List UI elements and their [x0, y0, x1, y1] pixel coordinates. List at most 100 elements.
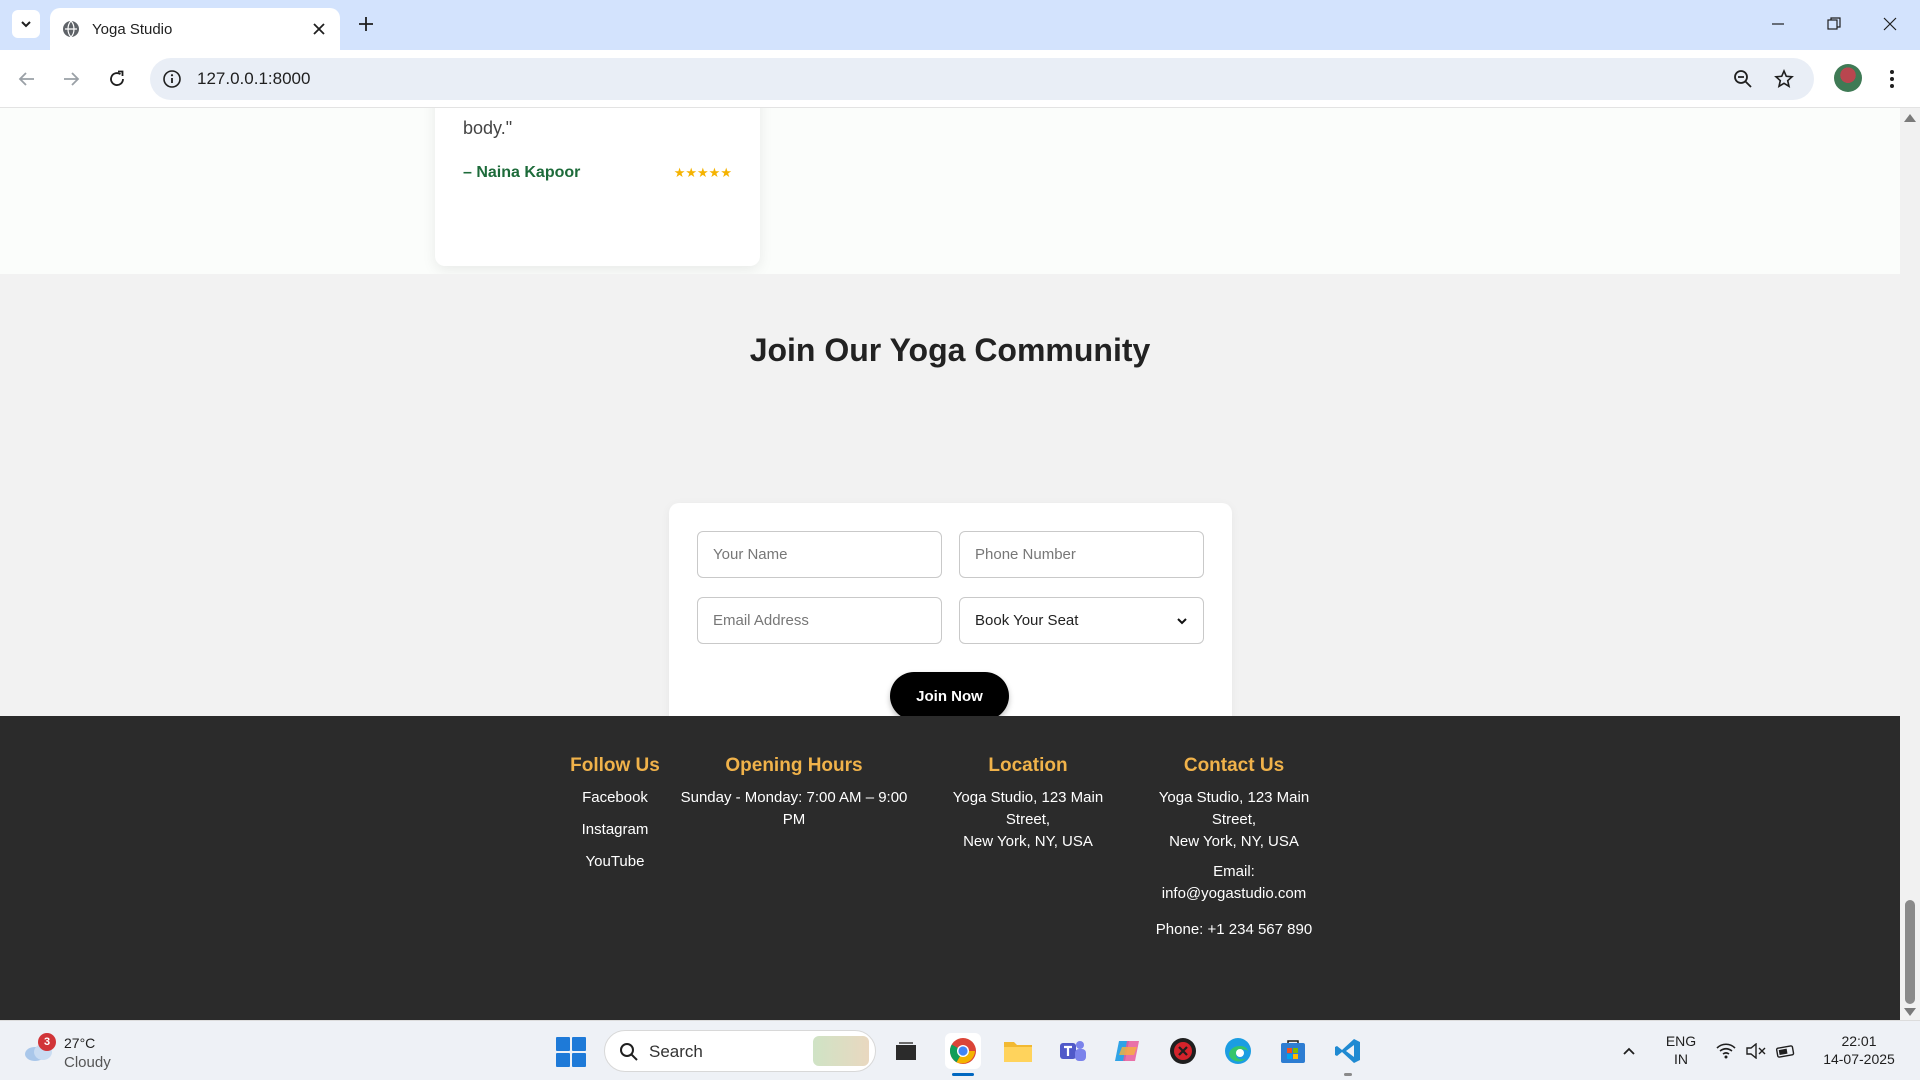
forward-button[interactable]: [56, 64, 86, 94]
tab-search-button[interactable]: [12, 10, 40, 38]
footer-contact-column: Contact Us Yoga Studio, 123 Main Street,…: [1144, 754, 1324, 941]
reload-button[interactable]: [102, 64, 132, 94]
page-viewport: body." – Naina Kapoor ★★★★★ Join Our Yog…: [0, 108, 1920, 1020]
language-line-2: IN: [1674, 1051, 1688, 1067]
clock-date: 14-07-2025: [1823, 1051, 1895, 1067]
taskbar: 3 27°C Cloudy Search ENG IN 22:01 14-07-…: [0, 1020, 1920, 1080]
chrome-icon[interactable]: [945, 1033, 981, 1069]
footer-hours-title: Opening Hours: [725, 755, 863, 776]
facebook-link[interactable]: Facebook: [570, 787, 660, 809]
search-label: Search: [649, 1042, 703, 1061]
join-section: Join Our Yoga Community Your Name Phone …: [0, 274, 1900, 768]
seat-select[interactable]: Book Your Seat: [959, 597, 1204, 644]
weather-temperature: 27°C: [64, 1035, 96, 1051]
footer-follow-title: Follow Us: [570, 755, 660, 776]
contact-address-line-2: New York, NY, USA: [1169, 833, 1299, 850]
browser-toolbar: 127.0.0.1:8000: [0, 50, 1920, 108]
globe-icon: [62, 20, 80, 38]
start-button[interactable]: [556, 1037, 586, 1067]
footer-follow-column: Follow Us Facebook Instagram YouTube: [570, 754, 660, 883]
tab-title: Yoga Studio: [92, 20, 173, 38]
url-text[interactable]: 127.0.0.1:8000: [197, 69, 310, 89]
address-bar[interactable]: 127.0.0.1:8000: [150, 58, 1814, 100]
phone-field[interactable]: Phone Number: [959, 531, 1204, 578]
more-vertical-icon: [1890, 70, 1894, 88]
name-field[interactable]: Your Name: [697, 531, 942, 578]
browser-tab[interactable]: Yoga Studio: [50, 8, 340, 50]
wifi-icon[interactable]: [1712, 1033, 1740, 1069]
windows-logo-icon: [556, 1037, 570, 1051]
page-scrollbar[interactable]: [1900, 108, 1920, 1020]
search-highlight-image: [813, 1036, 869, 1066]
clock-time: 22:01: [1841, 1033, 1877, 1049]
testimonials-section: body." – Naina Kapoor ★★★★★: [0, 108, 1900, 274]
contact-email-link[interactable]: info@yogastudio.com: [1144, 883, 1324, 905]
battery-icon[interactable]: [1772, 1033, 1800, 1069]
minimize-icon: [1772, 23, 1784, 25]
search-icon: [620, 1043, 638, 1061]
scrollbar-thumb[interactable]: [1905, 900, 1915, 1004]
vscode-icon[interactable]: [1330, 1033, 1366, 1069]
close-tab-icon[interactable]: [310, 20, 328, 38]
speaker-muted-icon[interactable]: [1742, 1033, 1770, 1069]
close-icon: [1883, 17, 1897, 31]
email-field[interactable]: Email Address: [697, 597, 942, 644]
profile-avatar[interactable]: [1834, 64, 1862, 92]
language-line-1: ENG: [1665, 1033, 1697, 1049]
testimonial-card: body." – Naina Kapoor ★★★★★: [435, 108, 760, 266]
testimonial-quote: body.": [463, 118, 513, 138]
instagram-link[interactable]: Instagram: [570, 819, 660, 841]
scroll-down-arrow-icon[interactable]: [1904, 1008, 1916, 1016]
clock[interactable]: 22:01 14-07-2025: [1812, 1032, 1906, 1068]
seat-select-value: Book Your Seat: [975, 612, 1079, 629]
arrow-left-icon: [18, 72, 34, 86]
testimonial-author: – Naina Kapoor: [463, 164, 581, 181]
taskbar-search[interactable]: Search: [604, 1030, 876, 1072]
location-line-1: Yoga Studio, 123 Main Street,: [952, 789, 1104, 828]
notification-badge: 3: [38, 1033, 56, 1051]
youtube-link[interactable]: YouTube: [570, 851, 660, 873]
site-footer: Follow Us Facebook Instagram YouTube Ope…: [0, 716, 1900, 1020]
red-app-icon[interactable]: [1165, 1033, 1201, 1069]
plus-icon: [359, 17, 373, 31]
weather-condition: Cloudy: [64, 1054, 111, 1071]
weather-widget[interactable]: 3 27°C Cloudy: [20, 1029, 130, 1073]
browser-menu-button[interactable]: [1880, 64, 1904, 94]
close-window-button[interactable]: [1872, 8, 1908, 40]
footer-location-column: Location Yoga Studio, 123 Main Street, N…: [938, 754, 1118, 853]
contact-address-line-1: Yoga Studio, 123 Main Street,: [1158, 789, 1310, 828]
contact-phone: Phone: +1 234 567 890: [1155, 921, 1313, 938]
edge-icon[interactable]: [1220, 1033, 1256, 1069]
bookmark-star-icon[interactable]: [1773, 68, 1795, 90]
contact-email-label: Email:: [1213, 863, 1255, 880]
minimize-button[interactable]: [1760, 8, 1796, 40]
join-title: Join Our Yoga Community: [749, 332, 1151, 368]
footer-hours-column: Opening Hours Sunday - Monday: 7:00 AM –…: [676, 754, 912, 831]
new-tab-button[interactable]: [354, 12, 378, 36]
join-now-button[interactable]: Join Now: [890, 672, 1009, 720]
chevron-down-icon: [1177, 617, 1187, 624]
tab-strip: Yoga Studio: [0, 0, 1920, 50]
chrome-active-indicator: [952, 1073, 974, 1076]
zoom-icon[interactable]: [1732, 68, 1754, 90]
footer-contact-title: Contact Us: [1183, 755, 1285, 776]
vscode-running-indicator: [1344, 1073, 1352, 1076]
star-rating: ★★★★★: [673, 165, 732, 180]
restore-button[interactable]: [1816, 8, 1852, 40]
teams-icon[interactable]: [1055, 1033, 1091, 1069]
file-explorer-icon[interactable]: [1000, 1033, 1036, 1069]
reload-icon: [110, 70, 124, 86]
opening-hours-text: Sunday - Monday: 7:00 AM – 9:00 PM: [680, 789, 908, 828]
scroll-up-arrow-icon[interactable]: [1904, 114, 1916, 122]
web-page: body." – Naina Kapoor ★★★★★ Join Our Yog…: [0, 108, 1900, 1020]
footer-location-title: Location: [988, 755, 1068, 776]
back-button[interactable]: [12, 64, 42, 94]
arrow-right-icon: [64, 72, 80, 86]
chevron-up-icon[interactable]: [1614, 1033, 1644, 1069]
site-info-icon[interactable]: [162, 69, 182, 89]
microsoft-store-icon[interactable]: [1275, 1033, 1311, 1069]
task-view-icon[interactable]: [888, 1033, 924, 1069]
copilot-icon[interactable]: [1110, 1033, 1146, 1069]
chevron-down-icon: [21, 21, 31, 28]
language-indicator[interactable]: ENG IN: [1660, 1032, 1702, 1068]
